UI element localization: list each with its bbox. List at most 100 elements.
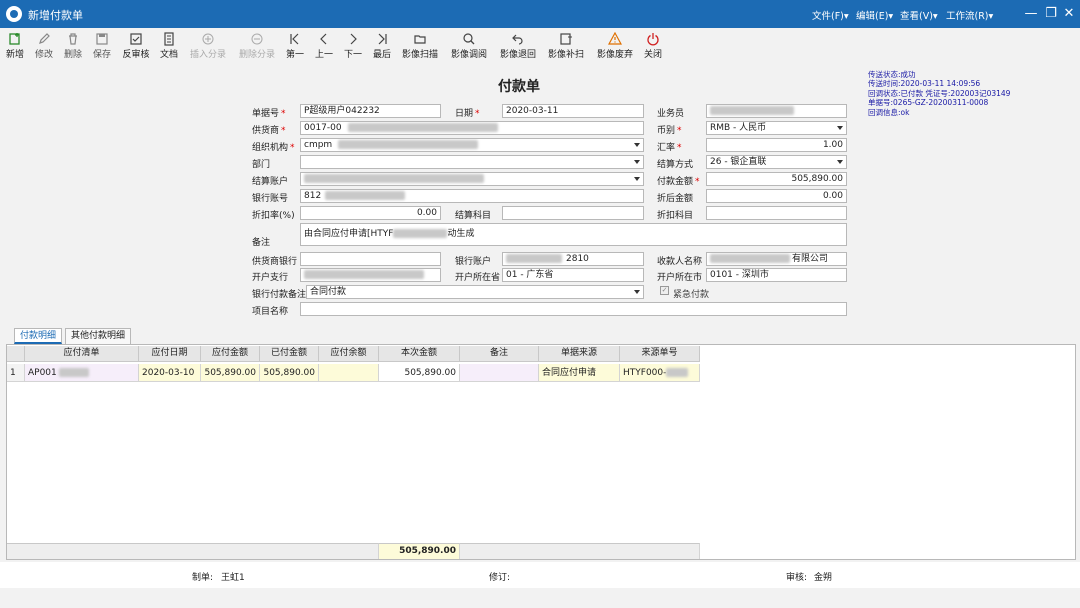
minus-circle-icon xyxy=(251,33,263,45)
settle-subject-field[interactable] xyxy=(502,206,644,220)
org-select[interactable]: cmpm xyxy=(300,138,644,152)
discount-rate-field[interactable]: 0.00 xyxy=(300,206,441,220)
project-field[interactable] xyxy=(300,302,847,316)
row-number: 1 xyxy=(7,364,25,382)
doc-no-field[interactable]: P超级用户042232 xyxy=(300,104,441,118)
label-currency: 币别 * xyxy=(657,126,682,136)
redacted-mask xyxy=(347,123,498,132)
app-logo-icon xyxy=(6,6,22,22)
revise-label: 修订: xyxy=(489,573,511,583)
toolbar-button-image-scan[interactable]: 影像扫描 xyxy=(400,28,440,64)
after-discount-field[interactable]: 0.00 xyxy=(706,189,847,203)
cell-payable-list[interactable]: AP001 xyxy=(25,364,139,382)
undo-icon xyxy=(512,34,523,45)
settle-method-select[interactable]: 26 - 银企直联 xyxy=(706,155,847,169)
label-dept: 部门 xyxy=(252,160,271,170)
toolbar-button-first[interactable]: 第一 xyxy=(284,28,306,64)
label-settle-subject: 结算科目 xyxy=(455,211,492,221)
province-field[interactable]: 01 - 广东省 xyxy=(502,268,644,282)
label-payee-name: 收款人名称 xyxy=(657,257,703,267)
column-header[interactable]: 单据来源 xyxy=(539,346,620,362)
currency-select[interactable]: RMB - 人民币 xyxy=(706,121,847,135)
bank-account-field[interactable]: 812 xyxy=(300,189,644,203)
remark-field[interactable]: 由合同应付申请[HTYF 动生成 xyxy=(300,223,847,246)
urgent-checkbox[interactable]: ✓ xyxy=(660,286,669,295)
toolbar-button-close[interactable]: 关闭 xyxy=(642,28,664,64)
menu-edit[interactable]: 编辑(E)▾ xyxy=(856,8,893,22)
payee-name-field[interactable]: 有限公司 xyxy=(706,252,847,266)
label-remark: 备注 xyxy=(252,238,271,248)
salesman-field[interactable] xyxy=(706,104,847,118)
cell-current-amount[interactable]: 505,890.00 xyxy=(379,364,460,382)
toolbar-button-image-view[interactable]: 影像调阅 xyxy=(449,28,489,64)
cell-payable-date[interactable]: 2020-03-10 xyxy=(139,364,201,382)
warning-icon xyxy=(608,32,622,45)
label-discount-rate: 折扣率(%) xyxy=(252,211,295,221)
toolbar-button-prev[interactable]: 上一 xyxy=(313,28,335,64)
city-field[interactable]: 0101 - 深圳市 xyxy=(706,268,847,282)
cell-paid-amount[interactable]: 505,890.00 xyxy=(260,364,319,382)
settle-account-select[interactable] xyxy=(300,172,644,186)
maker-value: 王虹1 xyxy=(221,573,245,583)
pay-amount-field[interactable]: 505,890.00 xyxy=(706,172,847,186)
toolbar-button-save[interactable]: 保存 xyxy=(91,28,113,64)
redacted-mask xyxy=(710,106,794,115)
minimize-icon[interactable]: — xyxy=(1020,3,1042,25)
menu-workflow[interactable]: 工作流(R)▾ xyxy=(946,8,993,22)
toolbar-button-image-discard[interactable]: 影像废弃 xyxy=(595,28,635,64)
cell-balance[interactable] xyxy=(319,364,379,382)
cell-payable-amount[interactable]: 505,890.00 xyxy=(201,364,260,382)
power-icon xyxy=(647,33,659,46)
label-org: 组织机构 * xyxy=(252,143,295,153)
supplier-bank-field[interactable] xyxy=(300,252,441,266)
footer-bar: 制单: 王虹1 修订: 审核: 金朔 xyxy=(0,562,1080,588)
redacted-mask xyxy=(710,254,790,263)
column-header[interactable]: 本次金额 xyxy=(379,346,460,362)
column-header[interactable]: 应付金额 xyxy=(201,346,260,362)
toolbar-button-delete[interactable]: 删除 xyxy=(62,28,84,64)
redacted-mask xyxy=(304,270,424,279)
prev-icon xyxy=(320,33,327,45)
toolbar-button-new[interactable]: 新增 xyxy=(4,28,26,64)
cell-source-type[interactable]: 合同应付申请 xyxy=(539,364,620,382)
toolbar-button-edit[interactable]: 修改 xyxy=(33,28,55,64)
toolbar-button-document[interactable]: 文档 xyxy=(158,28,180,64)
toolbar-button-image-return[interactable]: 影像退回 xyxy=(498,28,538,64)
folder-icon xyxy=(414,35,426,44)
column-header[interactable]: 应付余额 xyxy=(319,346,379,362)
toolbar-button-unaudit[interactable]: 反审核 xyxy=(120,28,152,64)
toolbar-button-delete-entry[interactable]: 删除分录 xyxy=(237,28,277,64)
tab-other-payment-details[interactable]: 其他付款明细 xyxy=(65,328,132,344)
bank-note-select[interactable]: 合同付款 xyxy=(306,285,644,299)
label-discount-subject: 折扣科目 xyxy=(657,211,694,221)
maker-label: 制单: xyxy=(192,573,214,583)
toolbar-button-next[interactable]: 下一 xyxy=(342,28,364,64)
toolbar-button-insert-entry[interactable]: 插入分录 xyxy=(188,28,228,64)
label-city: 开户所在市 xyxy=(657,273,703,283)
auditor-value: 金朔 xyxy=(814,573,833,583)
redacted-mask xyxy=(506,254,562,263)
rate-field[interactable]: 1.00 xyxy=(706,138,847,152)
menu-view[interactable]: 查看(V)▾ xyxy=(900,8,938,22)
discount-subject-field[interactable] xyxy=(706,206,847,220)
branch-field[interactable] xyxy=(300,268,441,282)
bank-acct2-field[interactable]: 2810 xyxy=(502,252,644,266)
dept-select[interactable] xyxy=(300,155,644,169)
close-window-icon[interactable]: ✕ xyxy=(1058,3,1080,25)
menu-file[interactable]: 文件(F)▾ xyxy=(812,8,849,22)
redacted-mask xyxy=(58,368,89,377)
supplier-field[interactable]: 0017-00 xyxy=(300,121,644,135)
column-header[interactable]: 应付日期 xyxy=(139,346,201,362)
cell-remark[interactable] xyxy=(460,364,539,382)
column-header[interactable]: 来源单号 xyxy=(620,346,700,362)
toolbar-button-image-rescan[interactable]: 影像补扫 xyxy=(546,28,586,64)
date-field[interactable]: 2020-03-11 xyxy=(502,104,644,118)
toolbar-button-last[interactable]: 最后 xyxy=(371,28,393,64)
tab-payment-details[interactable]: 付款明细 xyxy=(14,328,63,344)
label-bank-acct2: 银行账户 xyxy=(455,257,492,267)
column-header[interactable]: 已付金额 xyxy=(260,346,319,362)
column-header[interactable]: 应付清单 xyxy=(25,346,139,362)
plus-circle-icon xyxy=(202,33,214,45)
column-header[interactable]: 备注 xyxy=(460,346,539,362)
cell-source-no[interactable]: HTYF000- xyxy=(620,364,700,382)
